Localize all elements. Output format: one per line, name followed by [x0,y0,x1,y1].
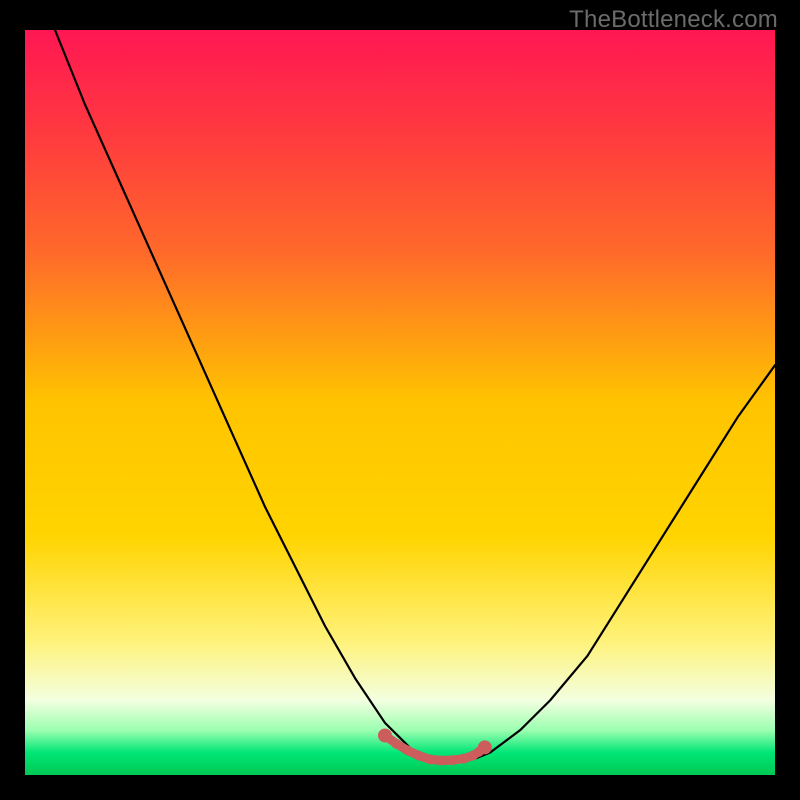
optimal-range-marker [414,751,424,761]
watermark-text: TheBottleneck.com [569,6,778,34]
optimal-range-marker [436,756,446,766]
optimal-range-marker [459,754,469,764]
plot-area [25,30,775,775]
optimal-range-marker [425,754,435,764]
optimal-range-marker [478,740,492,754]
optimal-range-marker [403,745,413,755]
gradient-background [25,30,775,775]
optimal-range-marker [448,755,458,765]
chart-container: TheBottleneck.com [0,0,800,800]
bottleneck-curve-chart [25,30,775,775]
optimal-range-marker [391,739,401,749]
optimal-range-marker [378,729,392,743]
